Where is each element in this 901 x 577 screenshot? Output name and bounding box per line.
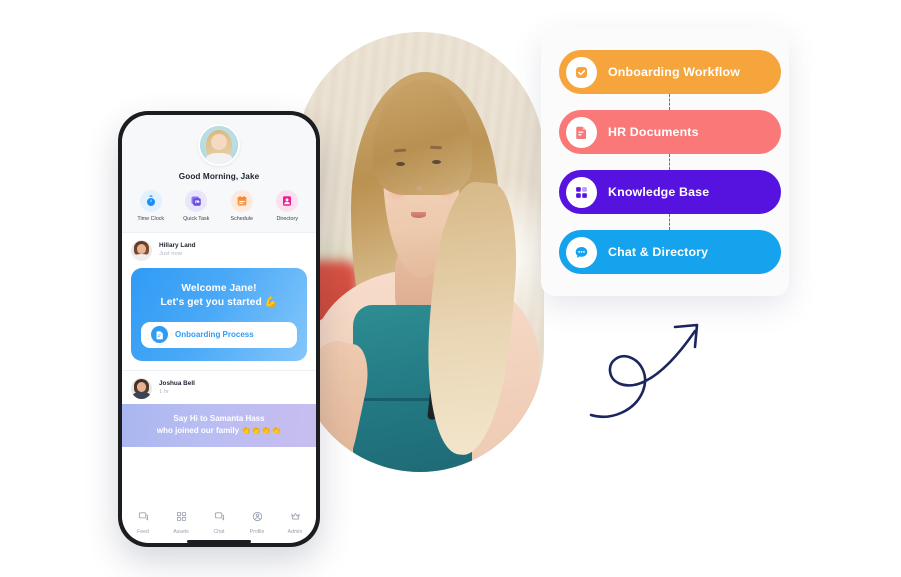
user-avatar-photo[interactable] xyxy=(198,124,240,166)
welcome-title-line1: Welcome Jane! xyxy=(181,283,257,294)
employee-photo xyxy=(296,32,544,472)
curved-arrow-icon xyxy=(585,305,713,428)
quick-action-label: Time Clock xyxy=(137,216,165,222)
stopwatch-icon xyxy=(139,190,162,212)
app-header: Good Morning, Jake Time Clock Quick Task… xyxy=(122,115,316,232)
post-author: Hillary Land xyxy=(159,242,196,250)
contact-card-icon xyxy=(276,190,299,212)
feature-pill-list: Onboarding Workflow HR Documents Knowled… xyxy=(559,50,781,274)
post-header-hillary: Hillary Land Just now xyxy=(122,233,316,266)
feature-panel: Onboarding Workflow HR Documents Knowled… xyxy=(541,28,789,296)
quick-actions-row: Time Clock Quick Task Schedule Directory xyxy=(122,181,316,224)
pill-connector xyxy=(669,214,671,230)
feature-pill-onboarding-workflow[interactable]: Onboarding Workflow xyxy=(559,50,781,110)
feature-pill-hr-documents[interactable]: HR Documents xyxy=(559,110,781,170)
welcome-title-line2: Let's get you started 💪 xyxy=(160,297,278,309)
document-lines-icon xyxy=(566,116,597,148)
quick-action-schedule[interactable]: Schedule xyxy=(220,190,264,222)
phone-mockup: Good Morning, Jake Time Clock Quick Task… xyxy=(118,111,320,547)
tab-assets[interactable]: Assets xyxy=(163,509,199,535)
phone-screen: Good Morning, Jake Time Clock Quick Task… xyxy=(122,115,316,543)
post-time: 1 hr xyxy=(159,388,169,395)
feed-list[interactable]: Hillary Land Just now Welcome Jane! Let'… xyxy=(122,232,316,503)
post-header-joshua: Joshua Bell 1 hr xyxy=(122,371,316,404)
quick-action-directory[interactable]: Directory xyxy=(265,190,309,222)
feature-pill-label: Chat & Directory xyxy=(608,245,709,259)
quick-action-quick-task[interactable]: Quick Task xyxy=(174,190,218,222)
document-icon xyxy=(151,326,168,344)
grid-assets-icon xyxy=(176,509,187,527)
calendar-icon xyxy=(230,190,253,212)
quick-action-label: Schedule xyxy=(230,216,253,222)
tab-label: Chat xyxy=(213,529,225,535)
tab-label: Admin xyxy=(287,529,303,535)
greeting-text: Good Morning, Jake xyxy=(178,172,260,181)
tab-feed[interactable]: Feed xyxy=(125,509,161,535)
feature-pill-knowledge-base[interactable]: Knowledge Base xyxy=(559,170,781,230)
feature-pill-chat-directory[interactable]: Chat & Directory xyxy=(559,230,781,274)
home-indicator xyxy=(187,540,251,543)
check-square-icon xyxy=(566,56,597,88)
promo-line1: Say Hi to Samanta Hass xyxy=(173,413,265,423)
photo-brow-left xyxy=(393,148,407,152)
joshua-avatar[interactable] xyxy=(131,377,152,399)
onboarding-process-label: Onboarding Process xyxy=(175,330,254,340)
chat-icon xyxy=(214,509,225,527)
feature-pill-label: Knowledge Base xyxy=(608,185,710,199)
photo-eye-left xyxy=(396,161,406,166)
chat-dots-icon xyxy=(566,236,597,268)
hillary-avatar[interactable] xyxy=(131,240,152,261)
hero-photo xyxy=(296,32,544,472)
pill-connector xyxy=(669,154,671,170)
tab-label: Profile xyxy=(249,529,265,535)
welcome-card[interactable]: Welcome Jane! Let's get you started 💪 On… xyxy=(131,268,307,361)
tab-label: Feed xyxy=(137,529,149,535)
crown-admin-icon xyxy=(290,509,301,527)
feed-icon xyxy=(138,509,149,527)
quick-action-label: Directory xyxy=(276,216,299,222)
promo-line2: who joined our family 👏👏👏👏 xyxy=(156,425,282,435)
grid-four-icon xyxy=(566,176,597,208)
tab-chat[interactable]: Chat xyxy=(201,509,237,535)
post-time: Just now xyxy=(159,250,182,257)
pill-connector xyxy=(669,94,671,110)
onboarding-process-button[interactable]: Onboarding Process xyxy=(141,321,297,348)
tab-profile[interactable]: Profile xyxy=(239,509,275,535)
profile-icon xyxy=(252,509,263,527)
post-author: Joshua Bell xyxy=(159,380,195,388)
quick-action-label: Quick Task xyxy=(183,216,210,222)
feature-pill-label: Onboarding Workflow xyxy=(608,65,741,79)
task-card-icon xyxy=(185,190,208,212)
photo-eye-right xyxy=(432,159,442,164)
promo-card[interactable]: Say Hi to Samanta Hass who joined our fa… xyxy=(122,403,316,447)
tab-admin[interactable]: Admin xyxy=(277,509,313,535)
tab-label: Assets xyxy=(173,529,189,535)
bottom-tab-bar: Feed Assets Chat Profile Admin xyxy=(122,503,316,538)
quick-action-time-clock[interactable]: Time Clock xyxy=(129,190,173,222)
feature-pill-label: HR Documents xyxy=(608,125,699,139)
